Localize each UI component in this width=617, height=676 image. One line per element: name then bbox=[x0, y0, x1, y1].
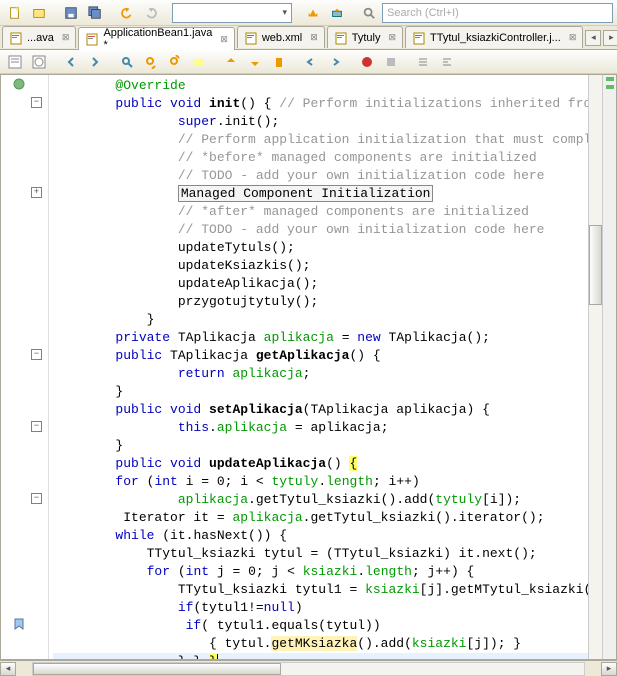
toggle-bookmark-button[interactable] bbox=[268, 51, 290, 73]
history-view-button[interactable] bbox=[28, 51, 50, 73]
search-button[interactable] bbox=[358, 2, 380, 24]
save-button[interactable] bbox=[60, 2, 82, 24]
search-input[interactable]: Search (Ctrl+I) bbox=[382, 3, 613, 23]
new-project-button[interactable] bbox=[28, 2, 50, 24]
editor-area: − + − − − @Override public void init() { // … bbox=[0, 74, 617, 660]
hscroll-track[interactable] bbox=[32, 662, 585, 676]
find-prev-button[interactable] bbox=[140, 51, 162, 73]
tab-4[interactable]: TTytul_ksiazkiController.j... ⊠ bbox=[405, 26, 583, 48]
hscroll-right-button[interactable]: ▸ bbox=[601, 662, 617, 676]
fold-toggle-icon[interactable]: − bbox=[31, 349, 42, 360]
tab-close-icon[interactable]: ⊠ bbox=[220, 34, 228, 45]
circle-glyph-icon[interactable] bbox=[13, 78, 27, 92]
nav-forward-button[interactable] bbox=[84, 51, 106, 73]
nav-back-button[interactable] bbox=[60, 51, 82, 73]
overview-mark[interactable] bbox=[606, 85, 614, 89]
main-toolbar: ▾ Search (Ctrl+I) bbox=[0, 0, 617, 26]
java-icon bbox=[85, 32, 99, 46]
tab-label: Tytuly bbox=[352, 32, 381, 44]
vertical-scroll-thumb[interactable] bbox=[589, 225, 602, 305]
java-icon bbox=[9, 31, 23, 45]
tab-1[interactable]: ApplicationBean1.java * ⊠ bbox=[78, 27, 234, 50]
tab-3[interactable]: Tytuly ⊠ bbox=[327, 26, 403, 48]
comment-button[interactable] bbox=[412, 51, 434, 73]
bookmark-glyph-icon[interactable] bbox=[13, 618, 27, 632]
editor-toolbar bbox=[0, 50, 617, 74]
find-next-button[interactable] bbox=[164, 51, 186, 73]
shift-left-button[interactable] bbox=[300, 51, 322, 73]
save-all-button[interactable] bbox=[84, 2, 106, 24]
find-selection-button[interactable] bbox=[116, 51, 138, 73]
new-file-button[interactable] bbox=[4, 2, 26, 24]
config-combo[interactable]: ▾ bbox=[172, 3, 292, 23]
uncomment-button[interactable] bbox=[436, 51, 458, 73]
macro-record-button[interactable] bbox=[356, 51, 378, 73]
tab-scroll-right-button[interactable]: ▸ bbox=[603, 30, 617, 46]
hscroll-left-button[interactable]: ◂ bbox=[0, 662, 16, 676]
tab-0[interactable]: ...ava ⊠ bbox=[2, 26, 76, 48]
shift-right-button[interactable] bbox=[324, 51, 346, 73]
toggle-highlight-button[interactable] bbox=[188, 51, 210, 73]
build-button[interactable] bbox=[302, 2, 324, 24]
fold-toggle-icon[interactable]: − bbox=[31, 493, 42, 504]
clean-build-button[interactable] bbox=[326, 2, 348, 24]
tab-close-icon[interactable]: ⊠ bbox=[310, 32, 318, 43]
code-editor[interactable]: @Override public void init() { // Perfor… bbox=[49, 75, 602, 659]
redo-button[interactable] bbox=[140, 2, 162, 24]
tab-2[interactable]: web.xml ⊠ bbox=[237, 26, 325, 48]
java-icon bbox=[412, 31, 426, 45]
macro-stop-button[interactable] bbox=[380, 51, 402, 73]
editor-tabbar: ...ava⊠ApplicationBean1.java *⊠web.xml⊠T… bbox=[0, 26, 617, 50]
tab-scroll-left-button[interactable]: ◂ bbox=[585, 30, 601, 46]
source-view-button[interactable] bbox=[4, 51, 26, 73]
prev-bookmark-button[interactable] bbox=[220, 51, 242, 73]
tab-label: ...ava bbox=[27, 32, 54, 44]
page-icon bbox=[334, 31, 348, 45]
horizontal-scrollbar[interactable]: ◂ ▸ bbox=[0, 660, 617, 676]
fold-toggle-icon[interactable]: + bbox=[31, 187, 42, 198]
search-placeholder: Search (Ctrl+I) bbox=[387, 7, 459, 19]
fold-toggle-icon[interactable]: − bbox=[31, 97, 42, 108]
overview-ruler[interactable] bbox=[602, 75, 616, 659]
tab-label: web.xml bbox=[262, 32, 302, 44]
gutter[interactable]: − + − − − bbox=[1, 75, 49, 659]
overview-mark[interactable] bbox=[606, 77, 614, 81]
vertical-scrollbar[interactable] bbox=[588, 75, 602, 659]
tab-label: ApplicationBean1.java * bbox=[103, 27, 212, 51]
xml-icon bbox=[244, 31, 258, 45]
tab-close-icon[interactable]: ⊠ bbox=[388, 32, 396, 43]
tab-close-icon[interactable]: ⊠ bbox=[569, 32, 577, 43]
fold-toggle-icon[interactable]: − bbox=[31, 421, 42, 432]
next-bookmark-button[interactable] bbox=[244, 51, 266, 73]
tab-label: TTytul_ksiazkiController.j... bbox=[430, 32, 561, 44]
tab-close-icon[interactable]: ⊠ bbox=[62, 32, 70, 43]
tab-nav: ◂ ▸ ▾ □ bbox=[585, 30, 617, 46]
hscroll-thumb[interactable] bbox=[33, 663, 281, 675]
undo-button[interactable] bbox=[116, 2, 138, 24]
